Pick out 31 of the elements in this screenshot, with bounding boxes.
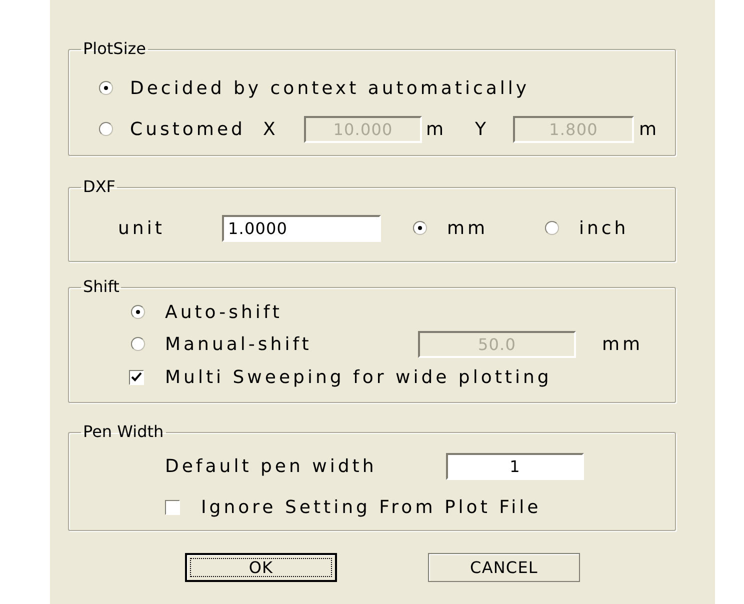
cancel-button[interactable]: CANCEL: [428, 553, 580, 582]
radio-button[interactable]: [545, 221, 559, 235]
option-label: Auto-shift: [165, 302, 282, 322]
ok-button[interactable]: OK: [185, 553, 337, 582]
radio-button[interactable]: [99, 122, 113, 136]
group-title: Shift: [82, 278, 120, 296]
radio-button[interactable]: [131, 305, 145, 319]
checkbox-label: Ignore Setting From Plot File: [201, 496, 542, 518]
group-title: PlotSize: [82, 40, 147, 58]
unit-label: unit: [118, 218, 166, 238]
checkbox[interactable]: [129, 370, 144, 384]
option-label: inch: [579, 218, 629, 238]
option-label: Manual-shift: [165, 334, 313, 354]
checkbox[interactable]: [165, 500, 180, 514]
group-title: Pen Width: [82, 423, 165, 441]
checkbox-label: Multi Sweeping for wide plotting: [165, 366, 552, 388]
group-title: DXF: [82, 178, 116, 196]
field-label: Default pen width: [165, 456, 378, 476]
option-label: Decided by context automatically: [130, 78, 530, 98]
radio-button[interactable]: [413, 221, 427, 235]
axis-label: X: [263, 118, 280, 140]
unit-label: mm: [602, 334, 644, 354]
unit-label: m: [426, 118, 448, 140]
unit-label: m: [639, 118, 660, 140]
radio-button[interactable]: [131, 337, 145, 351]
option-label: mm: [447, 218, 490, 238]
axis-label: Y: [475, 118, 490, 140]
unit-field[interactable]: 1.0000: [222, 214, 381, 242]
pen-width-field[interactable]: 1: [446, 452, 584, 480]
option-label: Customed: [130, 118, 246, 140]
radio-button[interactable]: [99, 81, 113, 95]
